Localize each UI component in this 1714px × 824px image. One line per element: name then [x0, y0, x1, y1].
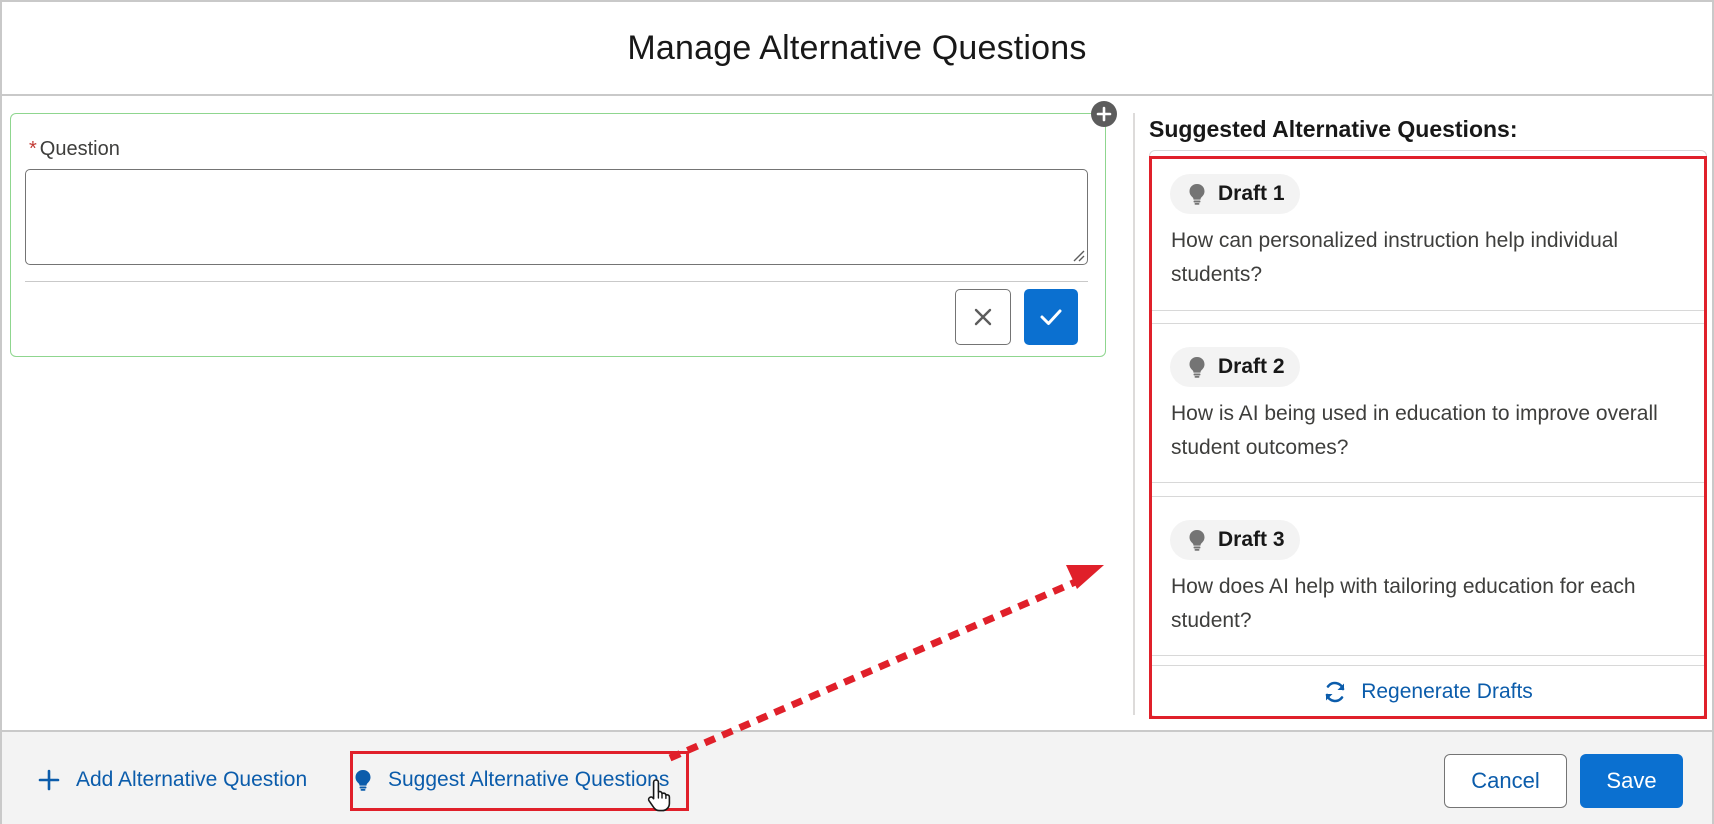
- suggested-panel-title: Suggested Alternative Questions:: [1149, 116, 1518, 142]
- draft-badge: Draft 1: [1170, 174, 1300, 214]
- refresh-icon: [1325, 681, 1345, 702]
- plus-icon: [38, 769, 60, 791]
- regenerate-label: Regenerate Drafts: [1361, 679, 1533, 703]
- lightbulb-icon: [1189, 357, 1205, 378]
- draft-label: Draft 2: [1218, 355, 1285, 378]
- panel-divider: [1133, 113, 1135, 715]
- draft-card[interactable]: Draft 2 How is AI being used in educatio…: [1150, 323, 1706, 483]
- question-field-label: * Question: [29, 138, 120, 161]
- lightbulb-icon: [355, 770, 371, 791]
- draft-text: How does AI help with tailoring educatio…: [1171, 575, 1636, 632]
- card-divider: [25, 281, 1088, 282]
- draft-text: How can personalized instruction help in…: [1171, 229, 1619, 286]
- add-alternative-question-link[interactable]: Add Alternative Question: [38, 760, 307, 800]
- lightbulb-icon: [1189, 184, 1205, 205]
- draft-card[interactable]: Draft 1 How can personalized instruction…: [1150, 151, 1706, 311]
- modal-footer: Add Alternative Question Suggest Alterna…: [2, 730, 1712, 824]
- suggest-alternative-label: Suggest Alternative Questions: [388, 768, 670, 791]
- save-button[interactable]: Save: [1580, 754, 1683, 808]
- modal-title: Manage Alternative Questions: [627, 28, 1087, 67]
- suggested-drafts-panel: Draft 1 How can personalized instruction…: [1149, 150, 1707, 717]
- confirm-edit-button[interactable]: [1024, 289, 1078, 345]
- required-marker: *: [29, 138, 37, 160]
- draft-label: Draft 3: [1218, 528, 1285, 551]
- question-editor-card: * Question: [10, 113, 1106, 357]
- manage-alt-questions-modal: Manage Alternative Questions * Question S…: [0, 0, 1714, 824]
- add-circle-icon[interactable]: [1091, 101, 1117, 127]
- add-alternative-label: Add Alternative Question: [76, 768, 308, 791]
- close-icon: [974, 308, 992, 326]
- draft-card[interactable]: Draft 3 How does AI help with tailoring …: [1150, 496, 1706, 656]
- hand-cursor-icon: [647, 779, 671, 812]
- regenerate-drafts-button[interactable]: Regenerate Drafts: [1150, 665, 1706, 717]
- check-icon: [1040, 309, 1062, 325]
- modal-header: Manage Alternative Questions: [2, 2, 1712, 96]
- suggest-alternative-questions-link[interactable]: Suggest Alternative Questions: [354, 760, 669, 800]
- cancel-button[interactable]: Cancel: [1444, 754, 1567, 808]
- question-label-text: Question: [39, 138, 120, 160]
- resize-grip-icon[interactable]: [1071, 248, 1085, 262]
- cancel-edit-button[interactable]: [955, 289, 1011, 345]
- question-textarea[interactable]: [25, 169, 1088, 265]
- draft-badge: Draft 3: [1170, 520, 1300, 560]
- draft-badge: Draft 2: [1170, 347, 1300, 387]
- lightbulb-icon: [1189, 530, 1205, 551]
- draft-text: How is AI being used in education to imp…: [1171, 402, 1658, 459]
- draft-label: Draft 1: [1218, 182, 1285, 205]
